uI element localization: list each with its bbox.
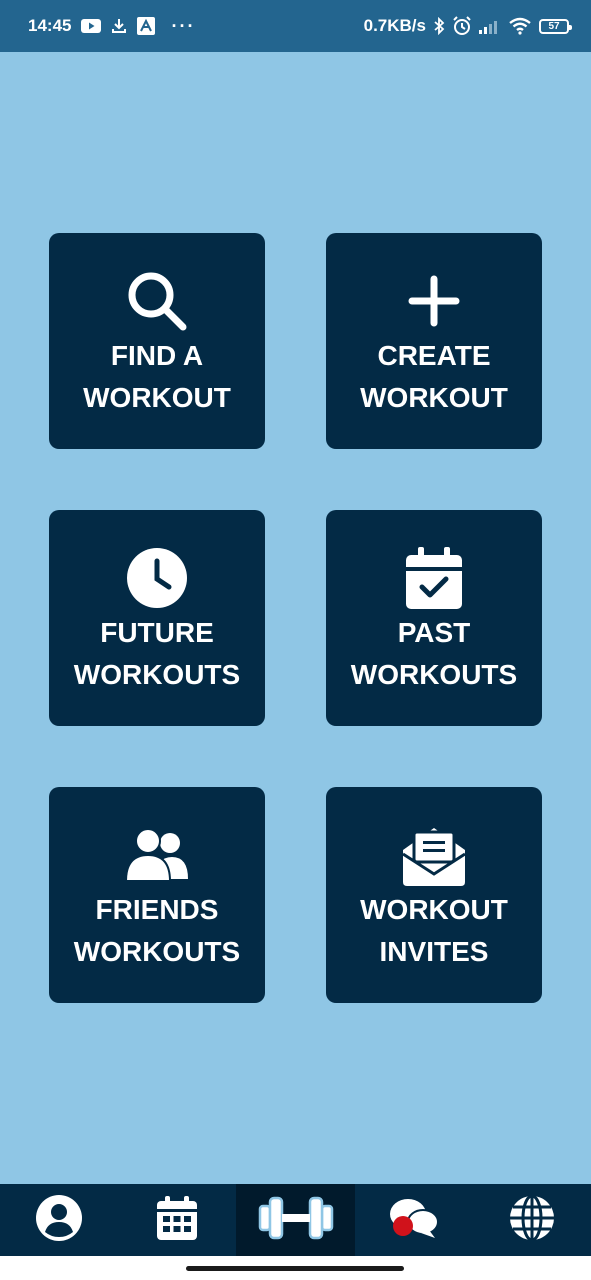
status-time: 14:45 [28, 16, 72, 35]
bottom-navigation [0, 1184, 591, 1256]
tile-label: CREATE WORKOUT [360, 335, 508, 419]
youtube-icon [81, 18, 102, 34]
battery-level: 57 [548, 20, 560, 32]
tile-label-line: FUTURE [100, 617, 214, 648]
clock-icon [126, 544, 188, 612]
nav-calendar[interactable] [118, 1184, 236, 1256]
tile-label-line: CREATE [377, 340, 491, 371]
tile-label-line: WORKOUTS [350, 659, 518, 690]
dumbbell-icon [258, 1196, 334, 1245]
plus-icon [406, 267, 462, 335]
globe-icon [509, 1194, 555, 1246]
search-icon [125, 267, 189, 335]
workout-invites-button[interactable]: WORKOUT INVITES [326, 787, 542, 1003]
network-speed: 0.7KB/s [363, 16, 426, 35]
app-icon [137, 17, 156, 35]
friends-workouts-button[interactable]: FRIENDS WORKOUTS [49, 787, 265, 1003]
tile-label-line: PAST [397, 617, 471, 648]
calendar-check-icon [406, 544, 462, 612]
battery-icon: 57 [539, 18, 572, 34]
wifi-icon [508, 17, 532, 35]
tile-label: FIND A WORKOUT [83, 335, 231, 419]
notification-dot [392, 1215, 413, 1236]
nav-workouts[interactable] [236, 1184, 355, 1256]
tile-label: FUTURE WORKOUTS [74, 612, 240, 696]
chat-icon [389, 1196, 439, 1245]
users-icon [126, 821, 188, 889]
status-bar: 14:45 ··· 0.7KB/s 57 [0, 0, 591, 52]
home-indicator[interactable] [186, 1266, 404, 1271]
nav-profile[interactable] [0, 1184, 118, 1256]
tile-label-line: WORKOUT [83, 382, 231, 413]
create-workout-button[interactable]: CREATE WORKOUT [326, 233, 542, 449]
alarm-icon [452, 16, 472, 36]
tile-label-line: WORKOUTS [73, 659, 241, 690]
tile-label: FRIENDS WORKOUTS [74, 889, 240, 973]
tile-label-line: INVITES [379, 936, 489, 967]
nav-explore[interactable] [473, 1184, 591, 1256]
find-workout-button[interactable]: FIND A WORKOUT [49, 233, 265, 449]
more-notifications-indicator: ··· [171, 15, 196, 36]
tile-label: PAST WORKOUTS [351, 612, 517, 696]
future-workouts-button[interactable]: FUTURE WORKOUTS [49, 510, 265, 726]
tile-label-line: WORKOUT [360, 894, 508, 925]
tile-label-line: FIND A [110, 340, 204, 371]
download-icon [111, 18, 127, 34]
calendar-icon [157, 1195, 198, 1245]
envelope-open-icon [403, 821, 465, 889]
past-workouts-button[interactable]: PAST WORKOUTS [326, 510, 542, 726]
tile-label: WORKOUT INVITES [360, 889, 508, 973]
nav-chat[interactable] [355, 1184, 473, 1256]
signal-icon [479, 18, 501, 34]
tile-label-line: FRIENDS [95, 894, 219, 925]
tile-label-line: WORKOUT [360, 382, 508, 413]
tile-label-line: WORKOUTS [73, 936, 241, 967]
profile-icon [36, 1194, 83, 1246]
bluetooth-icon [433, 17, 445, 35]
